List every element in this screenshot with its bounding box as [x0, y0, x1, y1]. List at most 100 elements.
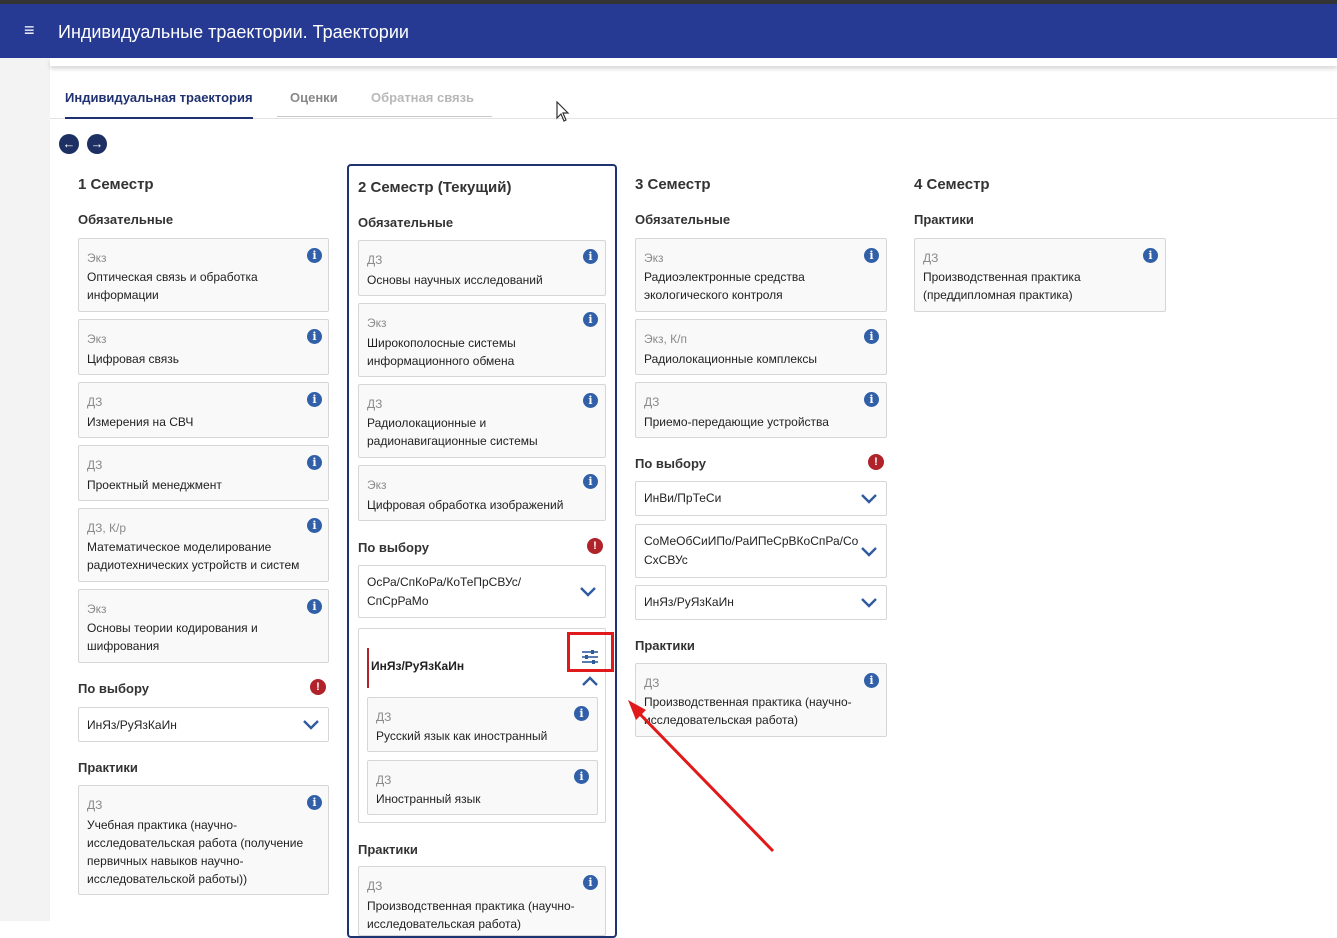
course-name: Цифровая обработка изображений: [367, 498, 564, 512]
info-icon[interactable]: i: [864, 673, 879, 688]
course-type: ДЗ, К/р: [87, 521, 127, 535]
info-icon[interactable]: i: [307, 795, 322, 810]
info-icon[interactable]: i: [583, 474, 598, 489]
elective-select[interactable]: ОсРа/СпКоРа/КоТеПрСВУс/СпСрРаМо: [358, 565, 606, 618]
course-type: Экз: [644, 251, 664, 265]
section-practice-title: Практики: [358, 842, 418, 857]
info-icon[interactable]: i: [307, 392, 322, 407]
mouse-cursor-icon: [556, 100, 570, 129]
course-card[interactable]: ДЗ Иностранный язык i: [367, 760, 598, 815]
section-required-title: Обязательные: [78, 212, 174, 227]
course-card[interactable]: ДЗ, К/р Математическое моделирование рад…: [78, 508, 329, 582]
warning-icon: !: [868, 454, 884, 470]
course-card[interactable]: Экз Широкополосные системы информационно…: [358, 303, 606, 377]
semester-title: 3 Семестр: [635, 176, 711, 193]
tab-individual-trajectory[interactable]: Индивидуальная траектория: [65, 90, 253, 119]
course-name: Основы научных исследований: [367, 273, 543, 287]
next-arrow-icon[interactable]: →: [87, 134, 107, 154]
info-icon[interactable]: i: [583, 393, 598, 408]
course-name: Математическое моделирование радиотехнич…: [87, 540, 300, 572]
semester-2-column: 2 Семестр (Текущий) Обязательные ДЗ Осно…: [347, 164, 617, 938]
info-icon[interactable]: i: [307, 518, 322, 533]
course-card[interactable]: ДЗ Учебная практика (научно-исследовател…: [78, 785, 329, 895]
info-icon[interactable]: i: [864, 248, 879, 263]
elective-select-value: ИнЯз/РуЯзКаИн: [644, 595, 734, 609]
section-practice-title: Практики: [78, 760, 138, 775]
info-icon[interactable]: i: [307, 248, 322, 263]
section-required-title: Обязательные: [635, 212, 731, 227]
course-name: Приемо-передающие устройства: [644, 415, 829, 429]
course-card[interactable]: ДЗ Производственная практика (преддиплом…: [914, 238, 1166, 312]
semester-4-column: 4 Семестр Практики ДЗ Производственная п…: [905, 164, 1175, 324]
course-name: Радиоэлектронные средства экологического…: [644, 270, 805, 302]
section-practice-title: Практики: [914, 212, 974, 227]
elective-select-value: СоМеОбСиИПо/РаИПеСрВКоСпРа/СоСхСВУс: [644, 534, 859, 567]
chevron-down-icon: [861, 547, 877, 557]
course-type: Экз: [87, 602, 107, 616]
course-card[interactable]: ДЗ Приемо-передающие устройства i: [635, 382, 887, 438]
info-icon[interactable]: i: [1143, 248, 1158, 263]
chevron-up-icon[interactable]: [582, 676, 598, 686]
info-icon[interactable]: i: [574, 769, 589, 784]
info-icon[interactable]: i: [583, 312, 598, 327]
info-icon[interactable]: i: [583, 875, 598, 890]
course-type: ДЗ: [923, 251, 939, 265]
course-card[interactable]: Экз Оптическая связь и обработка информа…: [78, 238, 329, 312]
course-type: Экз: [87, 251, 107, 265]
course-card[interactable]: ДЗ Производственная практика (научно-исс…: [358, 866, 606, 936]
section-practice-title: Практики: [635, 638, 695, 653]
course-card[interactable]: ДЗ Русский язык как иностранный i: [367, 697, 598, 752]
section-required-title: Обязательные: [358, 215, 454, 230]
chevron-down-icon: [303, 720, 319, 730]
elective-select-value: ИнВи/ПрТеСи: [644, 491, 722, 505]
semester-title: 4 Семестр: [914, 176, 990, 193]
semester-1-column: 1 Семестр Обязательные Экз Оптическая св…: [68, 164, 338, 904]
chevron-down-icon: [861, 494, 877, 504]
course-name: Производственная практика (преддипломная…: [923, 270, 1081, 302]
course-name: Радиолокационные и радионавигационные си…: [367, 416, 538, 448]
info-icon[interactable]: i: [307, 455, 322, 470]
course-type: Экз: [367, 478, 387, 492]
course-type: Экз, К/п: [644, 332, 688, 346]
course-card[interactable]: Экз, К/п Радиолокационные комплексы i: [635, 319, 887, 375]
warning-icon: !: [587, 538, 603, 554]
info-icon[interactable]: i: [864, 329, 879, 344]
hamburger-menu-icon[interactable]: ≡: [24, 20, 35, 40]
elective-select[interactable]: ИнЯз/РуЯзКаИн: [635, 585, 887, 620]
chevron-down-icon: [580, 587, 596, 597]
info-icon[interactable]: i: [864, 392, 879, 407]
course-type: ДЗ: [376, 710, 392, 724]
elective-select[interactable]: ИнВи/ПрТеСи: [635, 481, 887, 516]
info-icon[interactable]: i: [583, 249, 598, 264]
course-name: Цифровая связь: [87, 352, 180, 366]
course-card[interactable]: Экз Цифровая связь i: [78, 319, 329, 375]
course-type: Экз: [367, 316, 387, 330]
course-type: ДЗ: [376, 773, 392, 787]
elective-select[interactable]: ИнЯз/РуЯзКаИн: [78, 707, 329, 742]
highlight-box-annotation: [567, 632, 614, 672]
course-card[interactable]: ДЗ Проектный менеджмент i: [78, 445, 329, 501]
semester-title: 1 Семестр: [78, 176, 154, 193]
course-card[interactable]: ДЗ Основы научных исследований i: [358, 240, 606, 296]
elective-select-value: ОсРа/СпКоРа/КоТеПрСВУс/СпСрРаМо: [367, 575, 522, 608]
course-name: Учебная практика (научно-исследовательск…: [87, 818, 304, 886]
semester-title: 2 Семестр (Текущий): [358, 179, 512, 196]
course-type: ДЗ: [87, 395, 103, 409]
panel-top-shadow: [50, 58, 1337, 66]
elective-select[interactable]: СоМеОбСиИПо/РаИПеСрВКоСпРа/СоСхСВУс: [635, 524, 887, 578]
course-card[interactable]: ДЗ Измерения на СВЧ i: [78, 382, 329, 438]
course-card[interactable]: Экз Радиоэлектронные средства экологичес…: [635, 238, 887, 312]
course-type: Экз: [87, 332, 107, 346]
info-icon[interactable]: i: [307, 329, 322, 344]
prev-arrow-icon[interactable]: ←: [59, 134, 79, 154]
info-icon[interactable]: i: [307, 599, 322, 614]
left-gutter: [0, 58, 50, 921]
course-card[interactable]: Экз Цифровая обработка изображений i: [358, 465, 606, 521]
course-card[interactable]: Экз Основы теории кодирования и шифрован…: [78, 589, 329, 663]
info-icon[interactable]: i: [574, 706, 589, 721]
tab-grades[interactable]: Оценки: [277, 90, 357, 117]
course-card[interactable]: ДЗ Радиолокационные и радионавигационные…: [358, 384, 606, 458]
tab-bar: Индивидуальная траектория Оценки Обратна…: [50, 84, 1337, 119]
course-name: Широкополосные системы информационного о…: [367, 336, 516, 368]
section-elective-title: По выбору: [635, 456, 706, 471]
